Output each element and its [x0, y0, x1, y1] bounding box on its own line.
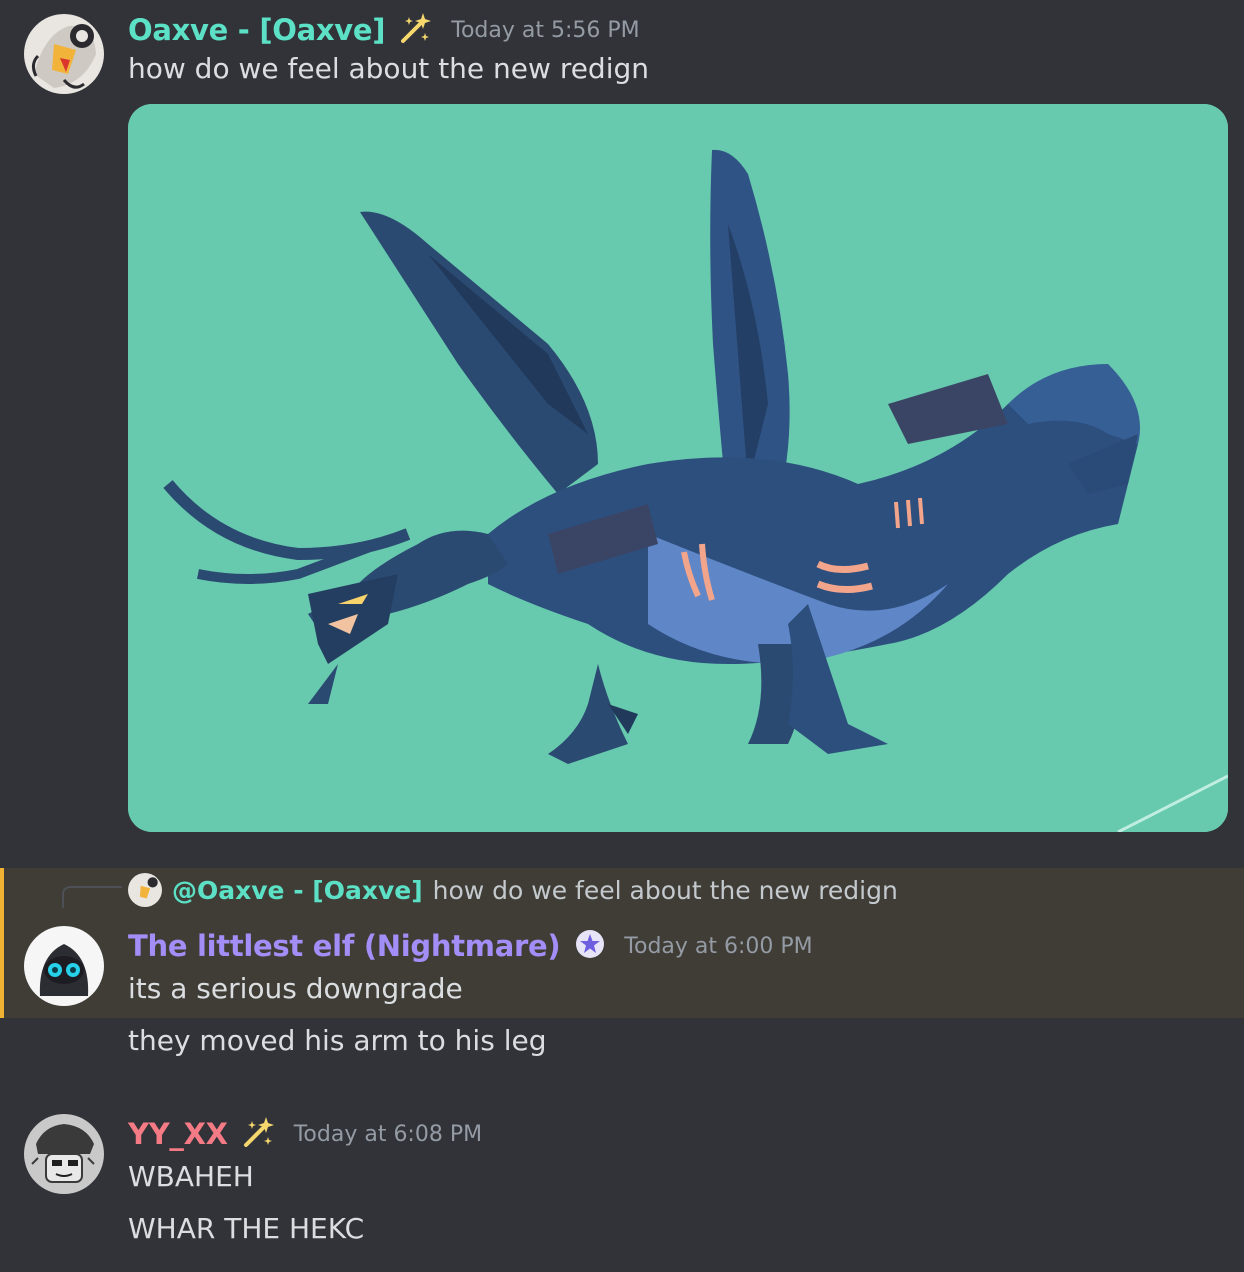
timestamp[interactable]: Today at 6:00 PM: [624, 934, 812, 959]
author-name[interactable]: YY_XX: [128, 1117, 228, 1151]
shield-star-icon: [574, 928, 606, 964]
message-oaxve: Oaxve - [Oaxve] Today at 5:56 PM how do …: [0, 0, 1244, 850]
dragon-image: [128, 104, 1228, 832]
timestamp[interactable]: Today at 6:08 PM: [294, 1122, 482, 1147]
avatar-littlest-elf[interactable]: [24, 926, 104, 1006]
message-line: WBAHEH: [128, 1160, 254, 1193]
author-name[interactable]: The littlest elf (Nightmare): [128, 929, 561, 963]
message-header: The littlest elf (Nightmare) Today at 6:…: [128, 924, 813, 968]
message-yy-xx: YY_XX Today at 6:08 PM WBAHEH WHAR THE H…: [0, 1100, 1244, 1272]
sparkle-wand-icon: [399, 11, 433, 49]
message-header: YY_XX Today at 6:08 PM: [128, 1112, 482, 1156]
message-header: Oaxve - [Oaxve] Today at 5:56 PM: [128, 10, 640, 50]
message-littlest-elf: The littlest elf (Nightmare) Today at 6:…: [0, 868, 1244, 1068]
timestamp[interactable]: Today at 5:56 PM: [451, 18, 639, 43]
avatar-oaxve[interactable]: [24, 14, 104, 94]
message-line: its a serious downgrade: [128, 972, 463, 1005]
message-line: how do we feel about the new redign: [128, 52, 650, 85]
author-name[interactable]: Oaxve - [Oaxve]: [128, 13, 386, 47]
avatar-yy-xx[interactable]: [24, 1114, 104, 1194]
message-line: they moved his arm to his leg: [128, 1024, 547, 1057]
image-attachment[interactable]: [128, 104, 1228, 832]
sparkle-wand-icon: [242, 1115, 276, 1153]
message-line: WHAR THE HEKC: [128, 1212, 365, 1245]
